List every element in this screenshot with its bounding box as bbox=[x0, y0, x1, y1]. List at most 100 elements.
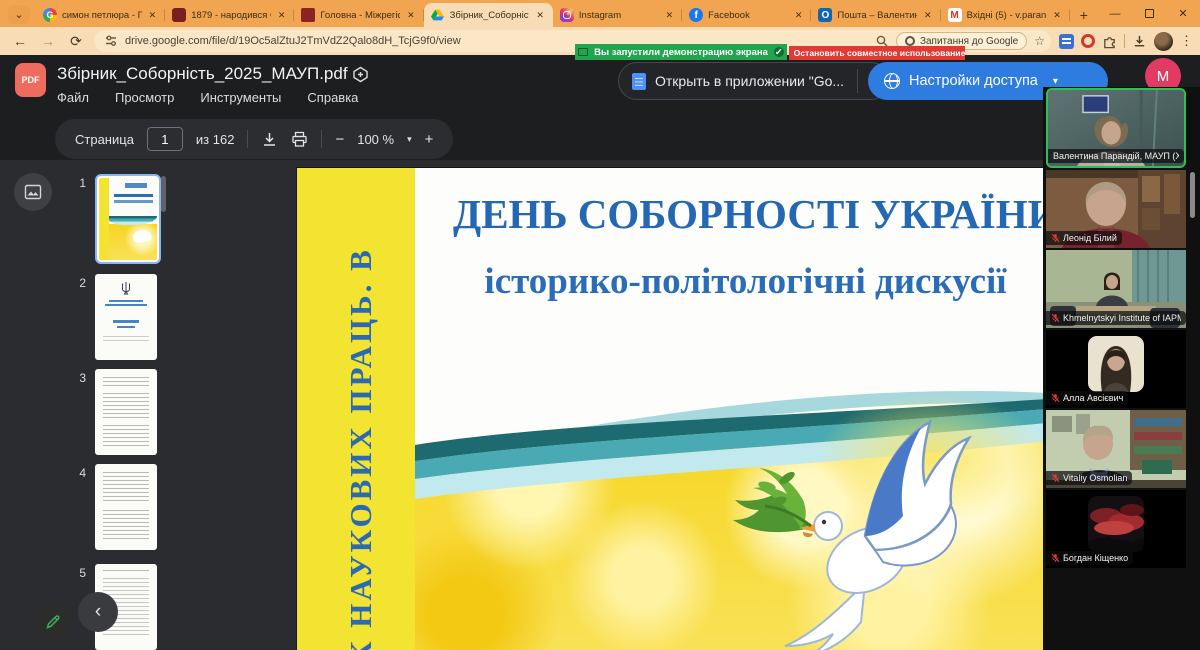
participant-tile[interactable]: Vitaliy Osmolian bbox=[1046, 410, 1186, 488]
participant-tile[interactable]: Алла Авсієвич bbox=[1046, 330, 1186, 408]
tab-symon-petliura[interactable]: G симон петлюра - Пошук ✕ bbox=[36, 3, 165, 27]
page-number-input[interactable] bbox=[147, 127, 183, 151]
annotate-button[interactable] bbox=[36, 605, 70, 639]
close-window-button[interactable]: ✕ bbox=[1166, 0, 1200, 27]
pencil-icon bbox=[45, 614, 61, 630]
google-lens-icon bbox=[905, 36, 915, 46]
tab-label: 1879 - народився Симон bbox=[191, 10, 271, 21]
cover-spine: К НАУКОВИХ ПРАЦЬ. В bbox=[297, 168, 415, 650]
participant-tile[interactable]: Khmelnytskyi Institute of IAPM bbox=[1046, 250, 1186, 328]
page-thumbnail[interactable] bbox=[95, 464, 157, 550]
open-in-app-button[interactable]: Открыть в приложении "Go... ▾ bbox=[618, 62, 890, 100]
zoom-caret-icon[interactable]: ▾ bbox=[407, 134, 412, 145]
previous-page-button[interactable]: ‹ bbox=[78, 592, 118, 632]
add-shortcut-icon[interactable] bbox=[352, 66, 369, 83]
participant-avatar bbox=[1088, 496, 1144, 552]
tab-search-button[interactable]: ⌄ bbox=[8, 5, 30, 24]
close-tab-icon[interactable]: ✕ bbox=[793, 9, 805, 22]
pdf-page: К НАУКОВИХ ПРАЦЬ. В ДЕНЬ СОБОРНОСТІ УКРА… bbox=[297, 168, 1047, 650]
downloads-icon[interactable] bbox=[1132, 34, 1147, 49]
close-tab-icon[interactable]: ✕ bbox=[147, 9, 159, 22]
shield-check-icon: ✓ bbox=[774, 47, 784, 57]
extensions-puzzle-icon[interactable] bbox=[1102, 34, 1117, 49]
mic-muted-icon bbox=[1051, 393, 1060, 403]
image-icon bbox=[24, 183, 42, 201]
pdf-viewer-area: 1 2 bbox=[0, 160, 1200, 650]
tab-label: Вхідні (5) - v.parandiy@ bbox=[967, 10, 1047, 21]
participant-tile[interactable]: Леонід Білий bbox=[1046, 170, 1186, 248]
tab-label: Пошта – Валентина Пар bbox=[837, 10, 917, 21]
print-icon[interactable] bbox=[291, 131, 308, 148]
extension-blue-icon[interactable] bbox=[1059, 34, 1074, 49]
close-tab-icon[interactable]: ✕ bbox=[1051, 9, 1063, 22]
thumbnail-number: 5 bbox=[74, 564, 86, 580]
participant-name-label: Валентина Парандій, МАУП (Хмел... bbox=[1048, 149, 1184, 163]
page-thumbnail-selected[interactable] bbox=[95, 174, 161, 264]
participant-tile[interactable]: Валентина Парандій, МАУП (Хмел... bbox=[1046, 88, 1186, 168]
thumbnail-number: 1 bbox=[74, 174, 86, 190]
tab-1879-narodyvsia[interactable]: 1879 - народився Симон ✕ bbox=[165, 3, 294, 27]
history-site-icon bbox=[172, 8, 186, 22]
mic-muted-icon bbox=[1051, 553, 1060, 563]
minimize-button[interactable]: — bbox=[1098, 0, 1132, 27]
dove-illustration bbox=[715, 408, 977, 650]
divider bbox=[1124, 34, 1125, 48]
thumbnail-view-button[interactable] bbox=[14, 173, 52, 211]
zoom-out-icon[interactable]: − bbox=[335, 131, 344, 148]
menu-file[interactable]: Файл bbox=[57, 90, 89, 105]
participant-name-label: Khmelnytskyi Institute of IAPM bbox=[1046, 311, 1186, 325]
participant-tile[interactable]: Богдан Кіщенко bbox=[1046, 490, 1186, 568]
browser-profile-avatar[interactable] bbox=[1154, 32, 1173, 51]
menu-help[interactable]: Справка bbox=[307, 90, 358, 105]
download-icon[interactable] bbox=[261, 131, 278, 148]
globe-icon bbox=[884, 73, 900, 89]
menu-tools[interactable]: Инструменты bbox=[200, 90, 281, 105]
bookmark-star-icon[interactable]: ☆ bbox=[1034, 34, 1045, 48]
close-tab-icon[interactable]: ✕ bbox=[276, 9, 288, 22]
tab-gmail-inbox[interactable]: M Вхідні (5) - v.parandiy@ ✕ bbox=[941, 3, 1070, 27]
browser-menu-icon[interactable]: ⋮ bbox=[1180, 33, 1190, 49]
thumbnail-row: 2 bbox=[74, 274, 157, 360]
reload-icon[interactable]: ⟳ bbox=[66, 33, 86, 50]
page-thumbnail[interactable] bbox=[95, 274, 157, 360]
new-tab-button[interactable]: + bbox=[1074, 4, 1094, 26]
tab-poshta-outlook[interactable]: O Пошта – Валентина Пар ✕ bbox=[811, 3, 940, 27]
screen-share-banner[interactable]: Вы запустили демонстрацию экрана ✓ bbox=[575, 44, 787, 60]
back-icon[interactable]: ← bbox=[10, 33, 30, 49]
site-info-icon[interactable] bbox=[104, 34, 118, 48]
participant-name-label: Леонід Білий bbox=[1046, 231, 1122, 245]
cover-spine-text: К НАУКОВИХ ПРАЦЬ. В bbox=[343, 247, 379, 650]
stop-sharing-button[interactable]: Остановить совместное использование bbox=[789, 46, 965, 60]
close-tab-icon[interactable]: ✕ bbox=[405, 9, 417, 22]
thumbnail-number: 3 bbox=[74, 369, 86, 385]
page-label: Страница bbox=[75, 132, 134, 147]
page-thumbnail[interactable] bbox=[95, 369, 157, 455]
facebook-icon: f bbox=[689, 8, 703, 22]
tab-holovna-maup[interactable]: Головна - Міжрегіональн ✕ bbox=[294, 3, 423, 27]
tab-zbirnyk-sobornist-active[interactable]: Збірник_Соборність_202 ✕ bbox=[424, 3, 553, 27]
participant-avatar bbox=[1088, 336, 1144, 392]
participant-name-label: Богдан Кіщенко bbox=[1046, 551, 1133, 565]
forward-icon[interactable]: → bbox=[38, 33, 58, 49]
maup-site-icon bbox=[301, 8, 315, 22]
outlook-icon: O bbox=[818, 8, 832, 22]
tab-facebook[interactable]: f Facebook ✕ bbox=[682, 3, 811, 27]
tab-label: Facebook bbox=[708, 10, 788, 21]
zoom-in-icon[interactable]: + bbox=[425, 131, 434, 148]
tab-instagram[interactable]: Instagram ✕ bbox=[553, 3, 682, 27]
tab-label: Збірник_Соборність_202 bbox=[450, 10, 530, 21]
close-tab-icon[interactable]: ✕ bbox=[664, 9, 676, 22]
menu-view[interactable]: Просмотр bbox=[115, 90, 174, 105]
thumbnail-scrollbar[interactable] bbox=[161, 176, 166, 212]
instagram-icon bbox=[560, 8, 574, 22]
maximize-button[interactable] bbox=[1132, 0, 1166, 27]
gmail-icon: M bbox=[948, 8, 962, 22]
page-count-label: из 162 bbox=[196, 132, 235, 147]
pdf-menu-bar: Файл Просмотр Инструменты Справка bbox=[57, 90, 358, 105]
close-tab-icon[interactable]: ✕ bbox=[922, 9, 934, 22]
video-panel-scrollbar[interactable] bbox=[1190, 172, 1195, 218]
thumbnail-row: 1 bbox=[74, 174, 161, 264]
extension-red-icon[interactable] bbox=[1081, 34, 1095, 48]
browser-window: ⌄ G симон петлюра - Пошук ✕ 1879 - народ… bbox=[0, 0, 1200, 650]
close-tab-icon[interactable]: ✕ bbox=[534, 9, 546, 22]
